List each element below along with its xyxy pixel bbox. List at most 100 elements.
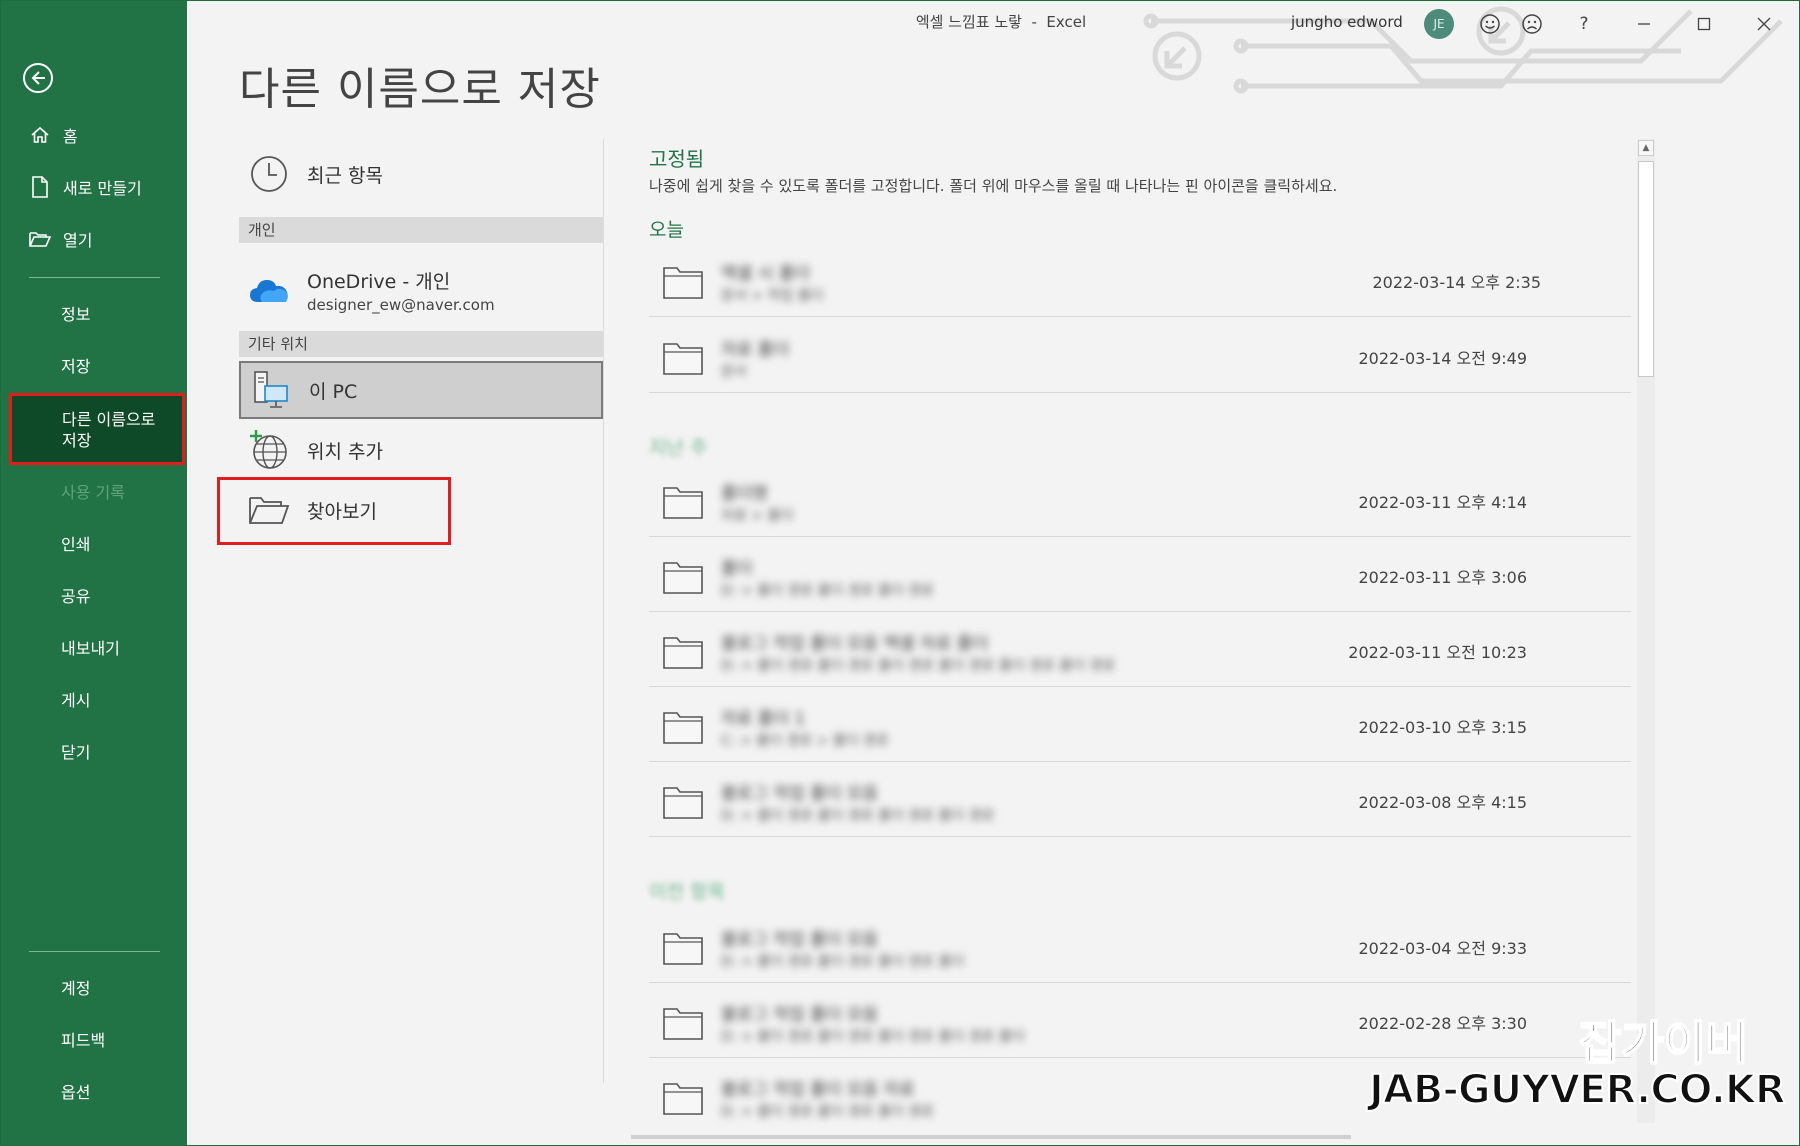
sidebar-item-label: 새로 만들기 [63, 179, 142, 198]
sidebar-item-info[interactable]: 정보 [1, 291, 187, 335]
sidebar-item-label: 피드백 [61, 1031, 106, 1050]
sidebar-item-label: 저장 [61, 357, 91, 376]
sidebar-divider [29, 277, 160, 278]
folder-row[interactable]: 블로그 작업 폴더 모음 D: > 폴더 경로 폴더 경로 폴더 경로 폴더 2… [649, 909, 1631, 983]
back-arrow-icon [31, 71, 45, 85]
column-divider [603, 139, 604, 1083]
folder-name: 블로그 작업 폴더 모음 자료 [721, 1080, 915, 1100]
sidebar-item-new[interactable]: 새로 만들기 [1, 165, 187, 209]
frown-feedback-button[interactable] [1515, 7, 1549, 41]
folder-path: C: > 폴더 경로 > 폴더 경로 [721, 733, 889, 749]
sidebar-item-label: 닫기 [61, 743, 91, 762]
folder-path: D: > 폴더 경로 폴더 경로 폴더 경로 폴더 [721, 954, 965, 970]
folder-icon [663, 487, 703, 519]
computer-icon [249, 368, 293, 412]
folder-name: 엑셀 시 폴더 [721, 264, 811, 284]
folder-date: 2022-02-28 오후 3:30 [1358, 1014, 1527, 1033]
sidebar-item-feedback[interactable]: 피드백 [1, 1017, 187, 1061]
pinned-description: 나중에 쉽게 찾을 수 있도록 폴더를 고정합니다. 폴더 위에 마우스를 올릴… [649, 177, 1338, 195]
sidebar-item-label: 홈 [63, 127, 78, 146]
folder-icon [663, 933, 703, 965]
folder-date: 2022-03-10 오후 3:15 [1358, 718, 1527, 737]
folder-date: 2022-03-11 오후 3:06 [1358, 568, 1527, 587]
globe-add-icon [247, 428, 291, 472]
folder-row[interactable]: 블로그 작업 폴더 모음 엑셀 자료 폴더 D: > 폴더 경로 폴더 경로 폴… [649, 613, 1631, 687]
folder-icon [663, 637, 703, 669]
folder-date: 2022-03-08 오후 4:15 [1358, 793, 1527, 812]
scroll-up-button[interactable]: ▲ [1638, 140, 1654, 156]
minimize-icon [1638, 23, 1650, 25]
sidebar-item-export[interactable]: 내보내기 [1, 625, 187, 669]
folder-icon [663, 562, 703, 594]
frown-icon [1522, 14, 1542, 34]
sidebar-item-print[interactable]: 인쇄 [1, 521, 187, 565]
smile-feedback-button[interactable] [1473, 7, 1507, 41]
maximize-button[interactable] [1687, 7, 1721, 41]
folder-row[interactable]: 자료 폴더 1 C: > 폴더 경로 > 폴더 경로 2022-03-10 오후… [649, 688, 1631, 762]
folder-date: 2022-03-04 오전 9:33 [1358, 939, 1527, 958]
folder-row[interactable]: 폴더명 자료 > 폴더 2022-03-11 오후 4:14 [649, 463, 1631, 537]
home-icon [29, 124, 51, 146]
location-this-pc[interactable]: 이 PC [239, 361, 603, 419]
folder-path: D: > 폴더 경로 폴더 경로 폴더 경로 [721, 583, 934, 599]
sidebar-item-open[interactable]: 열기 [1, 217, 187, 261]
sidebar-item-publish[interactable]: 게시 [1, 677, 187, 721]
user-name[interactable]: jungho edword [1291, 13, 1403, 31]
vertical-scrollbar[interactable]: ▲ [1637, 139, 1655, 1123]
help-button[interactable]: ? [1567, 7, 1601, 41]
folder-icon [663, 712, 703, 744]
location-add-place[interactable]: 위치 추가 [239, 423, 603, 477]
location-recent[interactable]: 최근 항목 [239, 147, 603, 201]
folder-path: D: > 폴더 경로 폴더 경로 폴더 경로 폴더 경로 폴더 [721, 1029, 1025, 1045]
folder-row[interactable]: 블로그 작업 폴더 모음 D: > 폴더 경로 폴더 경로 폴더 경로 폴더 경… [649, 763, 1631, 837]
folder-row[interactable]: 엑셀 시 폴더 문서 > 작업 폴더 2022-03-14 오후 2:35 [649, 243, 1631, 317]
sidebar-item-account[interactable]: 계정 [1, 965, 187, 1009]
location-label: 이 PC [309, 380, 358, 403]
folder-path: 문서 > 작업 폴더 [721, 288, 824, 304]
avatar[interactable]: JE [1424, 9, 1454, 39]
sidebar-item-label: 게시 [61, 691, 91, 710]
folder-icon [663, 267, 703, 299]
sidebar-item-options[interactable]: 옵션 [1, 1069, 187, 1113]
location-label: 최근 항목 [307, 164, 383, 187]
sidebar-item-label: 내보내기 [61, 639, 120, 658]
scrollbar-thumb[interactable] [1638, 161, 1654, 377]
folder-name: 블로그 작업 폴더 모음 [721, 784, 878, 804]
pinned-title: 고정됨 [649, 147, 705, 171]
folder-icon [663, 787, 703, 819]
folder-name: 폴더명 [721, 484, 768, 504]
watermark-url: JAB-GUYVER.CO.KR [1368, 1066, 1787, 1114]
sidebar-item-save-as[interactable]: 다른 이름으로 저장 [9, 393, 185, 465]
close-icon [1757, 17, 1771, 31]
location-label: 위치 추가 [307, 440, 383, 463]
folder-path: 자료 > 폴더 [721, 508, 794, 524]
minimize-button[interactable] [1627, 7, 1661, 41]
sidebar-item-home[interactable]: 홈 [1, 113, 187, 157]
sidebar-item-label: 옵션 [61, 1083, 91, 1102]
close-button[interactable] [1747, 7, 1781, 41]
browse-highlight-box [217, 477, 451, 545]
sidebar-item-share[interactable]: 공유 [1, 573, 187, 617]
location-onedrive[interactable]: OneDrive - 개인 designer_ew@naver.com [239, 255, 603, 325]
sidebar-divider [29, 951, 160, 952]
smile-icon [1480, 14, 1500, 34]
group-title: 이전 항목 [649, 881, 725, 903]
sidebar-item-label: 계정 [61, 979, 91, 998]
back-button[interactable] [23, 63, 53, 93]
folder-icon [663, 1008, 703, 1040]
horizontal-scrollbar[interactable] [631, 1135, 1351, 1139]
sidebar-item-history: 사용 기록 [1, 469, 187, 513]
folder-row[interactable]: 블로그 작업 폴더 모음 D: > 폴더 경로 폴더 경로 폴더 경로 폴더 경… [649, 984, 1631, 1058]
sidebar-item-save[interactable]: 저장 [1, 343, 187, 387]
sidebar-item-label: 공유 [61, 587, 91, 606]
folder-name: 블로그 작업 폴더 모음 [721, 930, 878, 950]
folder-date: 2022-03-14 오전 9:49 [1358, 349, 1527, 368]
new-file-icon [29, 176, 51, 198]
folder-row[interactable]: 폴더 D: > 폴더 경로 폴더 경로 폴더 경로 2022-03-11 오후 … [649, 538, 1631, 612]
sidebar-item-label: 인쇄 [61, 535, 91, 554]
clock-icon [247, 152, 291, 196]
folder-row[interactable]: 자료 폴더 문서 2022-03-14 오전 9:49 [649, 319, 1631, 393]
sidebar-item-close[interactable]: 닫기 [1, 729, 187, 773]
folder-name: 폴더 [721, 559, 753, 579]
folder-date: 2022-03-14 오후 2:35 [1372, 273, 1541, 292]
